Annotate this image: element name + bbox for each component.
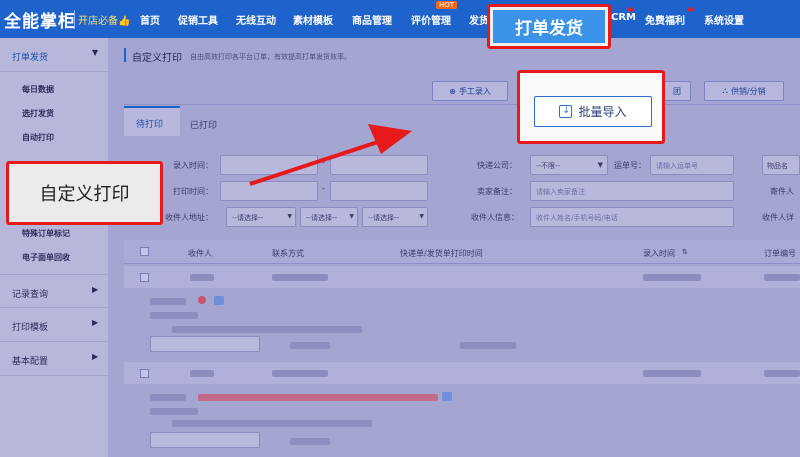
import-icon: ↓ <box>559 105 573 118</box>
callout-print-ship: 打单发货 <box>487 4 611 49</box>
callout-custom-print: 自定义打印 <box>6 161 163 225</box>
callout-batch-import: ↓ 批量导入 <box>517 70 665 144</box>
callout-arrow <box>249 124 412 186</box>
highlighted-nav-print-ship[interactable]: 打单发货 <box>493 10 605 43</box>
callout-custom-print-label: 自定义打印 <box>39 184 130 205</box>
batch-import-button[interactable]: ↓ 批量导入 <box>534 96 652 127</box>
